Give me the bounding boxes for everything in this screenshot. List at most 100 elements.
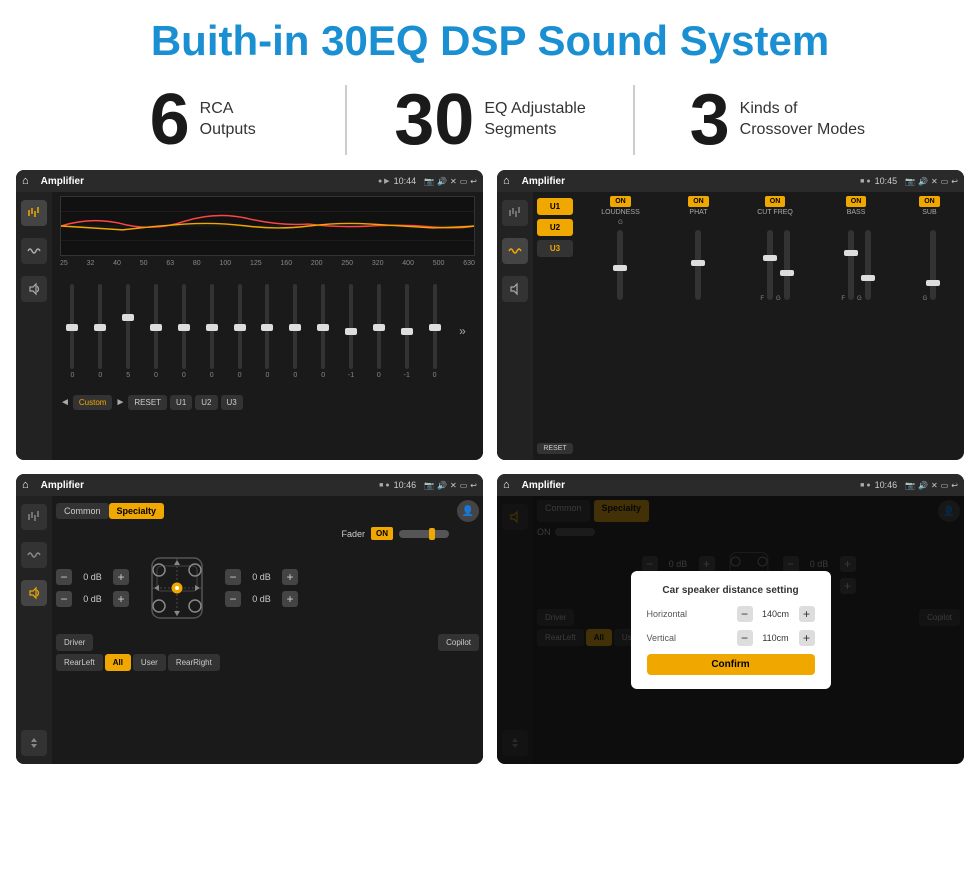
eq-next-btn[interactable]: ► [115,397,125,408]
vertical-minus-btn[interactable]: − [737,630,753,646]
status-icons-4: 📷 🔊 ✕ ▭ ↩ [905,481,958,490]
eq-slider-10[interactable]: 0 [311,271,336,391]
cutfreq-on[interactable]: ON [765,196,786,207]
sidebar-3-wave[interactable] [21,542,47,568]
eq-slider-2[interactable]: 0 [88,271,113,391]
vol3-val: 0 dB [244,572,279,582]
rearright-btn[interactable]: RearRight [168,654,220,671]
home-icon-1: ⌂ [22,175,29,187]
bass-slider-f[interactable] [848,230,854,300]
eq-slider-4[interactable]: 0 [144,271,169,391]
fader-thumb[interactable] [429,528,435,540]
cutfreq-slider-f[interactable] [767,230,773,300]
stat-eq: 30 EQ AdjustableSegments [347,84,632,156]
common-tab[interactable]: Common [56,503,109,519]
sub-slider[interactable] [930,230,936,300]
vol2-plus[interactable]: + [113,591,129,607]
screens-grid: ⌂ Amplifier ● ▶ 10:44 📷 🔊 ✕ ▭ ↩ [0,170,980,774]
eq-slider-1[interactable]: 0 [60,271,85,391]
eq-slider-11[interactable]: -1 [339,271,364,391]
phat-slider[interactable] [695,230,701,300]
confirm-button[interactable]: Confirm [647,654,815,675]
screen-amp2: ⌂ Amplifier ■ ● 10:45 📷 🔊 ✕ ▭ ↩ [497,170,964,460]
vol2-val: 0 dB [75,594,110,604]
cutfreq-slider-g[interactable] [784,230,790,300]
screen-eq: ⌂ Amplifier ● ▶ 10:44 📷 🔊 ✕ ▭ ↩ [16,170,483,460]
user-btn-3[interactable]: User [133,654,166,671]
eq-slider-9[interactable]: 0 [283,271,308,391]
eq-u1-btn[interactable]: U1 [170,395,192,410]
driver-btn[interactable]: Driver [56,634,93,651]
spec-tabs-row: Common Specialty 👤 [56,500,479,522]
eq-slider-8[interactable]: 0 [255,271,280,391]
eq-custom-btn[interactable]: Custom [73,395,113,410]
bass-slider-g[interactable] [865,230,871,300]
specialty-tab[interactable]: Specialty [109,503,165,519]
sidebar-wave-btn[interactable] [21,238,47,264]
bass-on[interactable]: ON [846,196,867,207]
dialog-overlay: Car speaker distance setting Horizontal … [497,496,964,764]
sidebar-eq-btn[interactable] [21,200,47,226]
fader-row: Fader ON [56,527,479,540]
sidebar-3-arrows[interactable] [21,730,47,756]
vol4-plus[interactable]: + [282,591,298,607]
ch-cutfreq: ON CUT FREQ F G [757,196,793,302]
page-wrapper: Buith-in 30EQ DSP Sound System 6 RCAOutp… [0,0,980,774]
eq-slider-12[interactable]: 0 [366,271,391,391]
vol-icon-4: 🔊 [918,481,928,490]
sidebar-speaker-btn[interactable] [21,276,47,302]
sidebar-2-wave[interactable] [502,238,528,264]
all-btn[interactable]: All [105,654,131,671]
vol1-minus[interactable]: − [56,569,72,585]
camera-icon-2: 📷 [905,177,915,186]
preset-u1[interactable]: U1 [537,198,573,215]
eq-freq-labels: 2532 4050 6380 100125 160200 250320 4005… [60,260,475,267]
sidebar-2-eq[interactable] [502,200,528,226]
horizontal-value: 140cm [757,609,795,619]
sub-on[interactable]: ON [919,196,940,207]
eq-prev-btn[interactable]: ◄ [60,397,70,408]
eq-slider-6[interactable]: 0 [199,271,224,391]
sidebar-2-speaker[interactable] [502,276,528,302]
vertical-plus-btn[interactable]: + [799,630,815,646]
dots-4: ■ ● [860,482,870,489]
fader-slider[interactable] [399,530,449,538]
home-icon-4: ⌂ [503,479,510,491]
copilot-btn[interactable]: Copilot [438,634,479,651]
reset-btn-2[interactable]: RESET [537,443,573,454]
screen-dialog: ⌂ Amplifier ■ ● 10:46 📷 🔊 ✕ ▭ ↩ [497,474,964,764]
eq-slider-more[interactable]: » [450,271,475,391]
vol1-plus[interactable]: + [113,569,129,585]
eq-slider-5[interactable]: 0 [171,271,196,391]
vol4-minus[interactable]: − [225,591,241,607]
horizontal-plus-btn[interactable]: + [799,606,815,622]
ch-sub: ON SUB G [919,196,940,302]
eq-u2-btn[interactable]: U2 [195,395,217,410]
eq-u3-btn[interactable]: U3 [221,395,243,410]
fader-on-btn[interactable]: ON [371,527,393,540]
status-icons-1: 📷 🔊 ✕ ▭ ↩ [424,177,477,186]
loudness-on[interactable]: ON [610,196,631,207]
vol2-minus[interactable]: − [56,591,72,607]
sidebar-3 [16,496,52,764]
phat-on[interactable]: ON [688,196,709,207]
sidebar-3-speaker[interactable] [21,580,47,606]
eq-slider-3[interactable]: 5 [116,271,141,391]
dialog-title: Car speaker distance setting [647,585,815,596]
loudness-slider-g[interactable]: G [617,230,623,300]
ch-bass: ON BASS F G [841,196,870,302]
app-name-1: Amplifier [41,176,374,187]
eq-slider-14[interactable]: 0 [422,271,447,391]
vol3-plus[interactable]: + [282,569,298,585]
sidebar-3-eq[interactable] [21,504,47,530]
eq-slider-13[interactable]: -1 [394,271,419,391]
rearleft-btn[interactable]: RearLeft [56,654,103,671]
vertical-value: 110cm [757,633,795,643]
stat-crossover-number: 3 [690,84,730,156]
horizontal-minus-btn[interactable]: − [737,606,753,622]
eq-slider-7[interactable]: 0 [227,271,252,391]
vol3-minus[interactable]: − [225,569,241,585]
preset-u2[interactable]: U2 [537,219,573,236]
preset-u3[interactable]: U3 [537,240,573,257]
eq-reset-btn[interactable]: RESET [128,395,167,410]
